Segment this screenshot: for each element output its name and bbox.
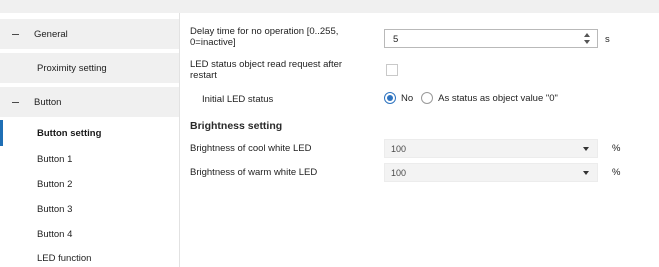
- radio-no[interactable]: [384, 92, 396, 104]
- warm-white-label: Brightness of warm white LED: [190, 167, 318, 178]
- spin-up-icon[interactable]: [584, 33, 590, 37]
- led-read-label-line1: LED status object read request after: [190, 59, 343, 70]
- warm-white-unit: %: [612, 167, 621, 178]
- spin-arrows-icon[interactable]: [583, 32, 591, 45]
- sidebar-item-label: Button 1: [37, 153, 73, 165]
- top-strip: [0, 0, 659, 13]
- collapse-icon[interactable]: [12, 102, 19, 103]
- collapse-icon[interactable]: [12, 34, 19, 35]
- sidebar-item-label: General: [34, 28, 68, 40]
- sidebar-item-button[interactable]: Button: [0, 87, 179, 117]
- cool-white-select[interactable]: 100: [384, 139, 598, 158]
- sidebar-item-button-4[interactable]: Button 4: [0, 222, 179, 246]
- cool-white-label: Brightness of cool white LED: [190, 143, 312, 154]
- cool-white-unit: %: [612, 143, 621, 154]
- radio-no-label[interactable]: No: [401, 93, 413, 104]
- warm-white-value: 100: [391, 168, 407, 178]
- sidebar-item-button-3[interactable]: Button 3: [0, 197, 179, 221]
- sidebar-item-led-function[interactable]: LED function: [0, 246, 179, 267]
- sidebar-item-button-setting[interactable]: Button setting: [0, 120, 179, 146]
- sidebar-item-label: Button 2: [37, 178, 73, 190]
- delay-time-unit: s: [605, 34, 610, 45]
- led-read-checkbox[interactable]: [386, 64, 398, 76]
- sidebar-item-label: Button 3: [37, 203, 73, 215]
- sidebar-item-label: Button 4: [37, 228, 73, 240]
- delay-time-label-line1: Delay time for no operation [0..255,: [190, 26, 339, 37]
- sidebar-item-proximity-setting[interactable]: Proximity setting: [0, 53, 179, 83]
- sidebar-item-label: LED function: [37, 252, 92, 264]
- radio-as-status-label[interactable]: As status as object value "0": [438, 93, 558, 104]
- sidebar-item-label: Button: [34, 96, 62, 108]
- warm-white-select[interactable]: 100: [384, 163, 598, 182]
- spin-down-icon[interactable]: [584, 40, 590, 44]
- brightness-section-title: Brightness setting: [190, 120, 283, 132]
- delay-time-label-line2: 0=inactive]: [190, 37, 236, 48]
- sidebar-item-button-1[interactable]: Button 1: [0, 147, 179, 171]
- chevron-down-icon[interactable]: [583, 171, 589, 175]
- led-read-label-line2: restart: [190, 70, 217, 81]
- delay-time-spinbox[interactable]: 5: [384, 29, 598, 48]
- delay-time-value[interactable]: 5: [393, 34, 398, 45]
- initial-led-label: Initial LED status: [202, 94, 274, 105]
- sidebar-item-general[interactable]: General: [0, 19, 179, 49]
- parameter-panel: Delay time for no operation [0..255, 0=i…: [181, 13, 659, 267]
- sidebar-item-label: Proximity setting: [37, 62, 107, 74]
- cool-white-value: 100: [391, 144, 407, 154]
- sidebar: General Proximity setting Button Button …: [0, 13, 180, 267]
- chevron-down-icon[interactable]: [583, 147, 589, 151]
- sidebar-item-button-2[interactable]: Button 2: [0, 172, 179, 196]
- sidebar-item-label: Button setting: [37, 127, 102, 139]
- initial-led-radio-group: No As status as object value "0": [384, 92, 566, 104]
- radio-as-status[interactable]: [421, 92, 434, 104]
